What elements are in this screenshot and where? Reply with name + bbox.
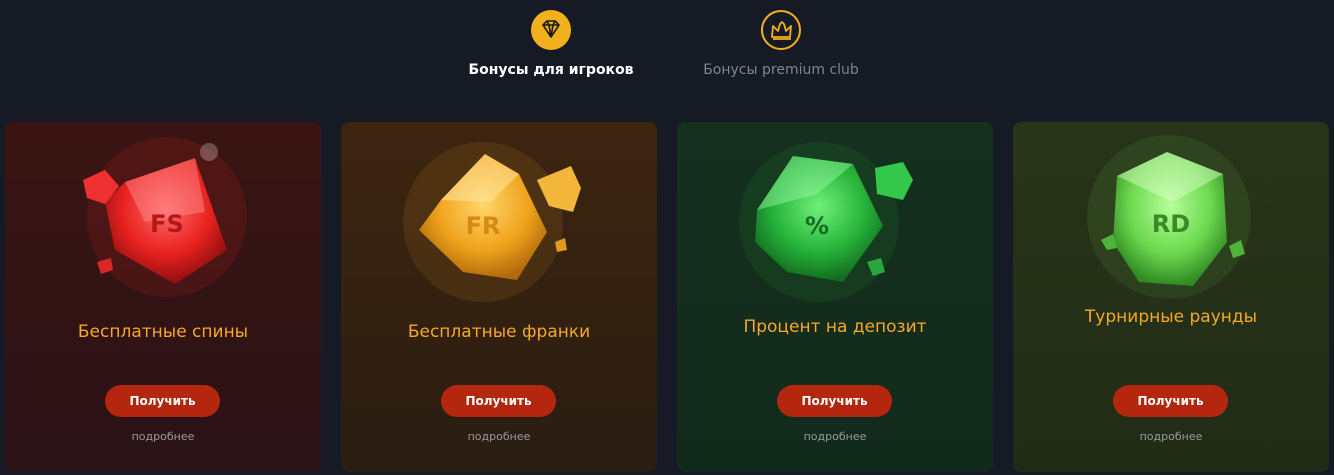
red-gem-icon: FS <box>83 137 247 297</box>
bonus-card-tournament-rounds: RD Турнирные раунды Получить подробнее <box>1013 122 1329 472</box>
more-link[interactable]: подробнее <box>1013 430 1329 443</box>
get-bonus-button[interactable]: Получить <box>105 385 220 417</box>
get-bonus-button[interactable]: Получить <box>1113 385 1228 417</box>
gem-label: FS <box>150 210 184 238</box>
tab-premium-club-bonuses[interactable]: Бонусы premium club <box>671 10 891 90</box>
diamond-icon <box>531 10 571 50</box>
card-title: Бесплатные франки <box>407 322 591 342</box>
gem-label: FR <box>466 212 501 240</box>
more-link[interactable]: подробнее <box>677 430 993 443</box>
card-title: Процент на депозит <box>743 317 927 337</box>
bonus-card-free-francs: FR Бесплатные франки Получить подробнее <box>341 122 657 472</box>
card-title: Бесплатные спины <box>77 322 249 342</box>
bonus-tabs: Бонусы для игроков Бонусы premium club <box>0 0 1334 100</box>
crown-icon <box>761 10 801 50</box>
orange-gem-icon: FR <box>403 142 581 302</box>
tab-player-bonuses[interactable]: Бонусы для игроков <box>441 10 661 90</box>
gem-label: % <box>805 212 829 240</box>
light-green-gem-icon: RD <box>1087 135 1251 299</box>
bonus-card-free-spins: FS Бесплатные спины Получить подробнее <box>5 122 321 472</box>
get-bonus-button[interactable]: Получить <box>777 385 892 417</box>
card-title: Турнирные раунды <box>1084 307 1258 327</box>
tab-label: Бонусы premium club <box>703 62 859 78</box>
gem-label: RD <box>1152 210 1190 238</box>
get-bonus-button[interactable]: Получить <box>441 385 556 417</box>
green-gem-icon: % <box>739 142 913 302</box>
tab-label: Бонусы для игроков <box>468 62 634 78</box>
bonus-card-deposit-percent: % Процент на депозит Получить подробнее <box>677 122 993 472</box>
more-link[interactable]: подробнее <box>5 430 321 443</box>
more-link[interactable]: подробнее <box>341 430 657 443</box>
